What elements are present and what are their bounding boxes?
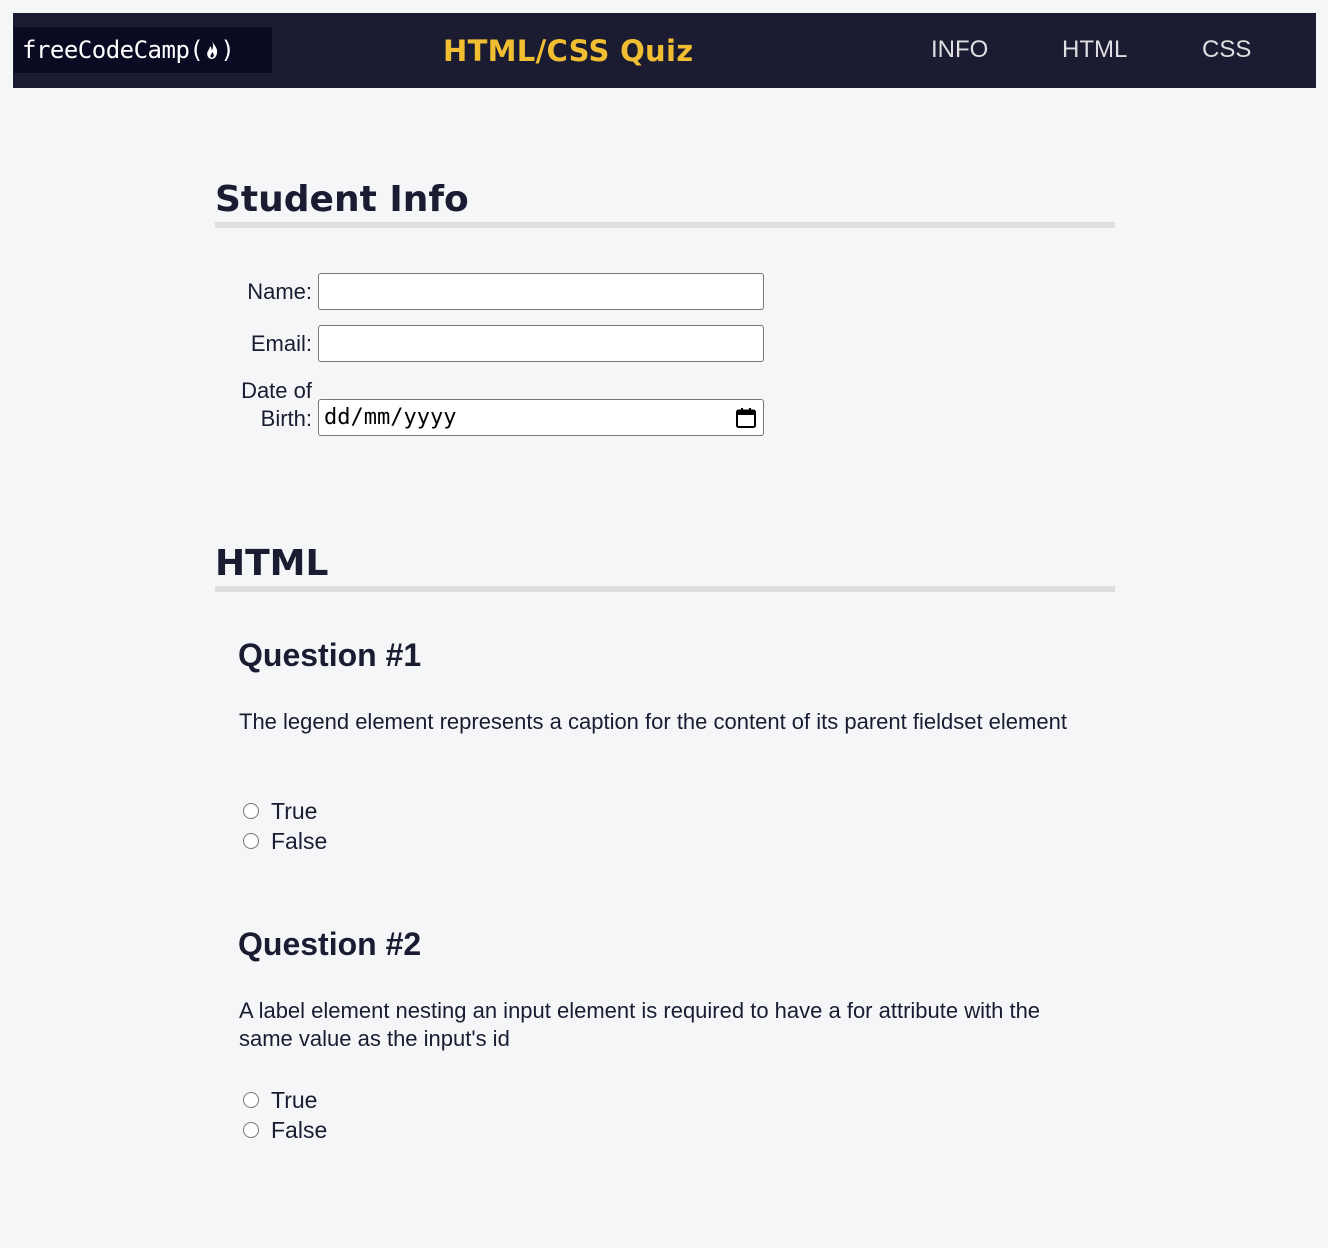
option-label: True	[271, 797, 318, 824]
top-navbar: freeCodeCamp() HTML/CSS Quiz INFO HTML C…	[13, 13, 1316, 88]
logo-text-close: )	[220, 36, 235, 64]
radio-button[interactable]	[243, 1122, 259, 1138]
dob-placeholder: dd/mm/yyyy	[324, 405, 457, 430]
dob-row: Date of Birth: dd/mm/yyyy	[215, 377, 764, 436]
dob-label: Date of Birth:	[215, 377, 312, 436]
question-2: Question #2 A label element nesting an i…	[238, 926, 1098, 1143]
freecodecamp-logo[interactable]: freeCodeCamp()	[14, 27, 272, 73]
option-label: False	[271, 1116, 328, 1143]
nav-link-info[interactable]: INFO	[931, 36, 988, 64]
question-2-title: Question #2	[238, 926, 422, 962]
dob-label-line1: Date of	[241, 378, 312, 403]
radio-button[interactable]	[243, 833, 259, 849]
question-1-text: The legend element represents a caption …	[239, 709, 1067, 734]
option-label: False	[271, 827, 328, 854]
email-label: Email:	[250, 330, 312, 356]
html-section: HTML	[215, 542, 1115, 592]
dob-date-input[interactable]: dd/mm/yyyy	[318, 399, 764, 436]
option-label: True	[271, 1086, 318, 1113]
radio-button[interactable]	[243, 1092, 259, 1108]
name-label: Name:	[247, 278, 312, 304]
html-heading: HTML	[215, 542, 1115, 592]
logo-text: freeCodeCamp(	[22, 36, 204, 64]
student-info-heading: Student Info	[215, 178, 1115, 228]
nav-link-css[interactable]: CSS	[1202, 36, 1251, 64]
question-2-option-true[interactable]: True	[243, 1085, 317, 1115]
dob-label-line2: Birth:	[260, 406, 312, 431]
question-1-option-false[interactable]: False	[243, 826, 327, 856]
name-input[interactable]	[318, 273, 764, 310]
radio-button[interactable]	[243, 803, 259, 819]
name-row: Name:	[215, 273, 764, 310]
question-1: Question #1 The legend element represent…	[238, 637, 1098, 854]
page-title: HTML/CSS Quiz	[443, 34, 694, 68]
email-input[interactable]	[318, 325, 764, 362]
calendar-icon[interactable]	[735, 407, 757, 429]
flame-icon	[204, 38, 220, 62]
question-1-option-true[interactable]: True	[243, 796, 317, 826]
nav-link-html[interactable]: HTML	[1062, 36, 1127, 64]
question-2-text: A label element nesting an input element…	[239, 998, 1041, 1051]
student-info-section: Student Info	[215, 178, 1115, 228]
email-row: Email:	[215, 325, 764, 362]
question-1-title: Question #1	[238, 637, 422, 673]
question-2-option-false[interactable]: False	[243, 1115, 327, 1145]
